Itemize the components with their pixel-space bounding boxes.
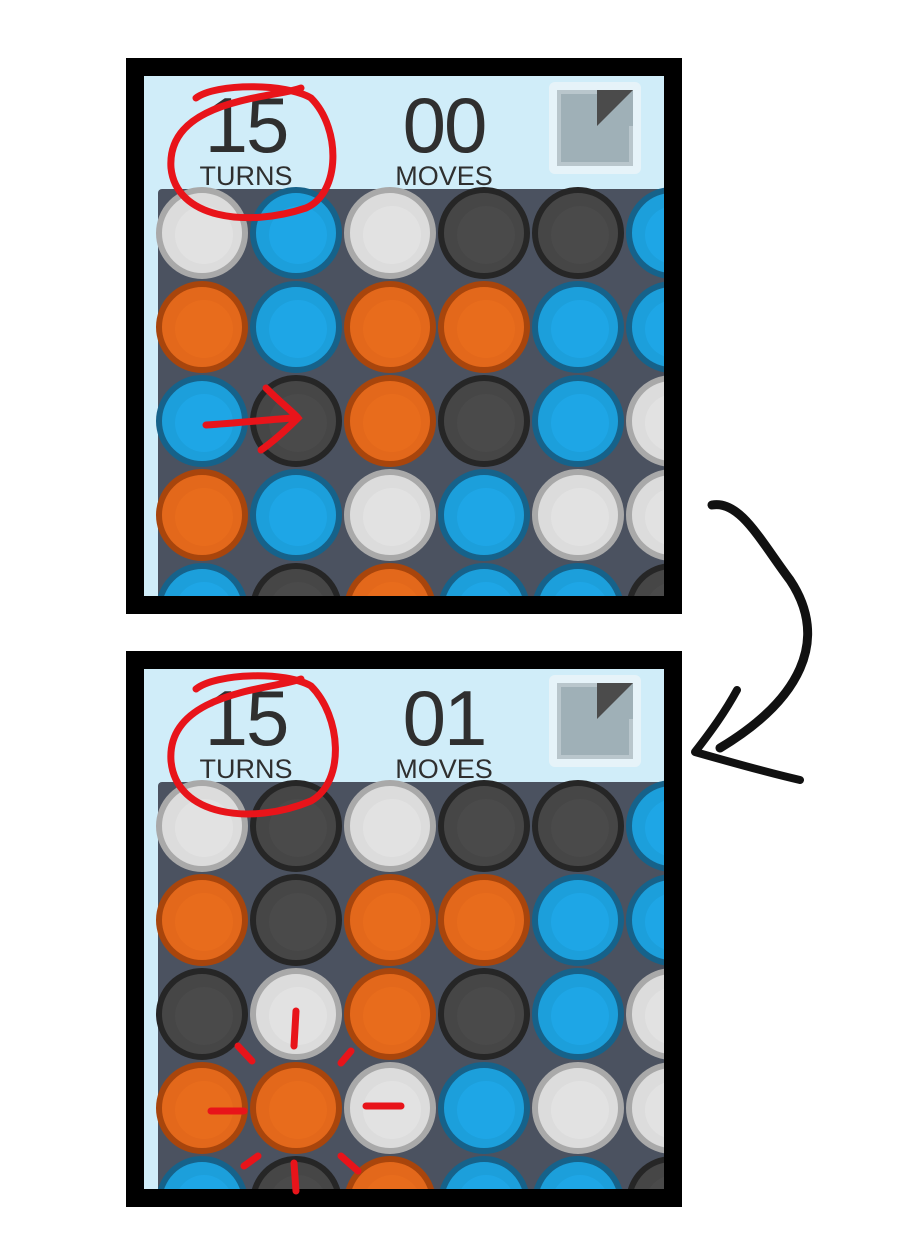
game-piece-white[interactable] [250, 968, 342, 1060]
turns-value: 15 [204, 81, 290, 169]
game-piece-blue[interactable] [532, 968, 624, 1060]
turns-counter: 15 TURNS [186, 674, 306, 784]
game-piece-blue[interactable] [626, 281, 664, 373]
game-piece-blue[interactable] [532, 563, 624, 596]
game-piece-dark[interactable] [438, 780, 530, 872]
game-piece-dark[interactable] [438, 375, 530, 467]
game-piece-dark[interactable] [438, 187, 530, 279]
game-piece-dark[interactable] [532, 780, 624, 872]
game-piece-orange[interactable] [344, 281, 436, 373]
moves-counter: 00 MOVES [364, 81, 524, 191]
game-piece-blue[interactable] [438, 1156, 530, 1189]
game-piece-blue[interactable] [626, 780, 664, 872]
game-piece-dark[interactable] [250, 780, 342, 872]
game-piece-dark[interactable] [156, 968, 248, 1060]
game-piece-white[interactable] [626, 469, 664, 561]
moves-value: 01 [402, 674, 488, 762]
game-piece-orange[interactable] [344, 563, 436, 596]
turns-label: TURNS [199, 161, 293, 191]
moves-value: 00 [402, 81, 488, 169]
game-piece-orange[interactable] [438, 874, 530, 966]
game-screen-before: 15 TURNS 00 MOVES [144, 76, 664, 596]
game-piece-dark[interactable] [250, 563, 342, 596]
game-piece-white[interactable] [626, 375, 664, 467]
game-screen-after: 15 TURNS 01 MOVES [144, 669, 664, 1189]
game-piece-blue[interactable] [156, 1156, 248, 1189]
game-piece-white[interactable] [344, 1062, 436, 1154]
game-piece-white[interactable] [156, 187, 248, 279]
moves-label: MOVES [395, 161, 493, 191]
game-piece-orange[interactable] [344, 375, 436, 467]
game-piece-orange[interactable] [156, 1062, 248, 1154]
turns-counter: 15 TURNS [186, 81, 306, 191]
game-piece-white[interactable] [626, 968, 664, 1060]
game-piece-blue[interactable] [156, 375, 248, 467]
game-piece-white[interactable] [344, 469, 436, 561]
game-piece-blue[interactable] [626, 874, 664, 966]
game-piece-blue[interactable] [532, 874, 624, 966]
game-board [156, 187, 664, 596]
game-piece-dark[interactable] [438, 968, 530, 1060]
game-piece-blue[interactable] [626, 187, 664, 279]
game-piece-dark[interactable] [250, 1156, 342, 1189]
before-screenshot-frame: 15 TURNS 00 MOVES [126, 58, 682, 614]
game-piece-blue[interactable] [532, 281, 624, 373]
turns-label: TURNS [199, 754, 293, 784]
game-piece-dark[interactable] [626, 563, 664, 596]
menu-corner-icon [597, 90, 633, 126]
moves-counter: 01 MOVES [364, 674, 524, 784]
game-piece-orange[interactable] [250, 1062, 342, 1154]
game-piece-blue[interactable] [250, 469, 342, 561]
game-piece-orange[interactable] [156, 469, 248, 561]
game-piece-blue[interactable] [438, 469, 530, 561]
moves-label: MOVES [395, 754, 493, 784]
game-piece-blue[interactable] [532, 1156, 624, 1189]
game-board [156, 780, 664, 1189]
game-piece-white[interactable] [344, 780, 436, 872]
after-screenshot-frame: 15 TURNS 01 MOVES [126, 651, 682, 1207]
game-piece-blue[interactable] [250, 281, 342, 373]
game-piece-orange[interactable] [344, 1156, 436, 1189]
game-piece-dark[interactable] [626, 1156, 664, 1189]
game-piece-orange[interactable] [156, 874, 248, 966]
game-piece-white[interactable] [532, 469, 624, 561]
game-piece-blue[interactable] [250, 187, 342, 279]
game-piece-dark[interactable] [250, 375, 342, 467]
menu-corner-icon [597, 683, 633, 719]
game-piece-white[interactable] [344, 187, 436, 279]
game-piece-white[interactable] [532, 1062, 624, 1154]
game-piece-orange[interactable] [344, 968, 436, 1060]
turns-value: 15 [204, 674, 290, 762]
game-piece-dark[interactable] [250, 874, 342, 966]
game-piece-blue[interactable] [438, 563, 530, 596]
menu-button[interactable] [549, 675, 641, 767]
game-piece-orange[interactable] [438, 281, 530, 373]
game-piece-white[interactable] [156, 780, 248, 872]
game-piece-blue[interactable] [438, 1062, 530, 1154]
game-piece-orange[interactable] [344, 874, 436, 966]
game-piece-dark[interactable] [532, 187, 624, 279]
game-piece-white[interactable] [626, 1062, 664, 1154]
game-piece-orange[interactable] [156, 281, 248, 373]
game-piece-blue[interactable] [156, 563, 248, 596]
menu-button[interactable] [549, 82, 641, 174]
game-piece-blue[interactable] [532, 375, 624, 467]
